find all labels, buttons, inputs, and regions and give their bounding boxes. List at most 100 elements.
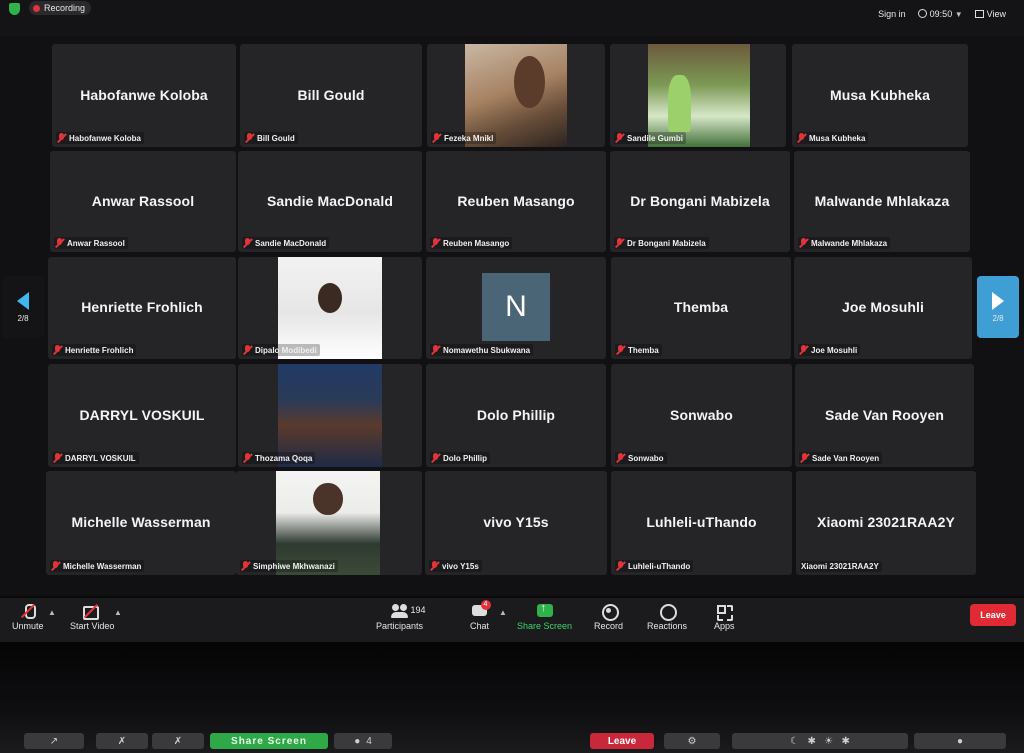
participant-display-name: Reuben Masango [457,192,575,209]
arrow-left-icon [17,291,29,310]
participant-name-label: Dolo Phillip [430,452,490,464]
chat-button[interactable]: 4 Chat [470,600,491,631]
mic-muted-icon [243,453,252,463]
mic-muted-icon [799,238,808,248]
participant-display-name: DARRYL VOSKUIL [79,406,205,423]
participant-name-label: Simphiwe Mkhwanazi [240,560,338,572]
participant-label-text: Dipalo Modibedi [255,345,317,355]
participant-name-label: Malwande Mhlakaza [798,237,891,249]
mic-muted-icon [799,345,808,355]
apps-button[interactable]: Apps [714,604,735,631]
participant-label-text: Michelle Wasserman [63,561,142,571]
reflection-gear-icon: ⚙ [687,735,697,747]
participant-name-label: Sandile Gumbi [614,132,687,144]
participant-tile[interactable]: Malwande Mhlakaza Malwande Mhlakaza [794,151,970,252]
reflection-bar-2: ✗ [96,733,148,749]
mic-muted-icon [53,345,62,355]
view-label: View [986,9,1006,19]
participant-display-name: Xiaomi 23021RAA2Y [817,514,955,531]
meeting-time: 09:50 [929,9,953,19]
unmute-label: Unmute [12,621,44,631]
reflection-mic-icon: ✗ [117,735,127,747]
video-options-caret-icon[interactable]: ▲ [114,608,122,617]
participant-name-label: Henriette Frohlich [52,344,137,356]
participant-tile[interactable]: Xiaomi 23021RAA2Y Xiaomi 23021RAA2Y [796,471,976,575]
leave-button[interactable]: Leave [970,604,1016,626]
participant-tile[interactable]: Anwar Rassool Anwar Rassool [50,151,236,252]
participant-label-text: Anwar Rassool [67,238,125,248]
participant-tile[interactable]: Michelle Wasserman Michelle Wasserman [46,471,236,575]
previous-page-button[interactable]: 2/8 [2,276,44,338]
participant-name-label: Thozama Qoqa [242,452,316,464]
participant-display-name: Joe Mosuhli [842,299,924,316]
share-screen-icon [536,602,554,618]
participant-name-label: Musa Kubheka [796,132,869,144]
participant-name-label: Sonwabo [615,452,667,464]
participant-tile[interactable]: Bill Gould Bill Gould [240,44,422,147]
record-button[interactable]: Record [594,604,623,631]
participant-tile[interactable]: Dr Bongani Mabizela Dr Bongani Mabizela [610,151,790,252]
participant-tile[interactable]: Luhleli-uThando Luhleli-uThando [611,471,792,575]
participant-name-label: Bill Gould [244,132,298,144]
reflection-chat-icon: ● [354,735,361,747]
participant-tile[interactable]: N Nomawethu Sbukwana [426,257,606,359]
participant-tile[interactable]: Henriette Frohlich Henriette Frohlich [48,257,236,359]
participant-tile[interactable]: DARRYL VOSKUIL DARRYL VOSKUIL [48,364,236,467]
chat-icon: 4 [471,600,491,618]
participant-tile[interactable]: Dolo Phillip Dolo Phillip [426,364,606,467]
participants-icon: 194 [390,604,426,618]
participant-tile[interactable]: Joe Mosuhli Joe Mosuhli [794,257,972,359]
view-button[interactable]: View [974,9,1006,19]
participant-label-text: DARRYL VOSKUIL [65,453,136,463]
share-screen-button[interactable]: Share Screen [517,602,572,631]
participant-tile[interactable]: Themba Themba [611,257,791,359]
participant-tile[interactable]: Reuben Masango Reuben Masango [426,151,606,252]
participant-label-text: Reuben Masango [443,238,510,248]
participant-label-text: Bill Gould [257,133,295,143]
top-right-controls: Sign in 09:50 ▼ View [878,9,1006,19]
participant-tile[interactable]: Thozama Qoqa [238,364,422,467]
reflection-tray: ☾ ✱ ☀ ✱ [732,733,908,749]
unmute-button[interactable]: Unmute [12,604,44,631]
participant-tile[interactable]: Habofanwe Koloba Habofanwe Koloba [52,44,236,147]
participant-label-text: Habofanwe Koloba [69,133,142,143]
mic-muted-icon [615,238,624,248]
participant-avatar: N [482,273,550,341]
reactions-button[interactable]: Reactions [647,604,687,631]
participant-tile[interactable]: Simphiwe Mkhwanazi [236,471,422,575]
participant-tile[interactable]: Sonwabo Sonwabo [611,364,792,467]
mic-muted-icon [616,453,625,463]
reflection-chat: ● 4 [334,733,392,749]
participant-name-label: vivo Y15s [429,560,482,572]
next-page-button[interactable]: 2/8 [977,276,1019,338]
participants-button[interactable]: 194 Participants [376,604,426,631]
mic-muted-icon [55,238,64,248]
participant-tile[interactable]: Musa Kubheka Musa Kubheka [792,44,968,147]
security-shield-icon[interactable] [9,3,20,15]
recording-indicator[interactable]: Recording [29,1,92,15]
participants-label: Participants [376,621,424,631]
participant-tile[interactable]: Sandile Gumbi [610,44,786,147]
chat-options-caret-icon[interactable]: ▲ [499,608,507,617]
camera-off-icon [83,604,101,620]
mic-muted-icon [616,561,625,571]
participant-tile[interactable]: vivo Y15s vivo Y15s [425,471,607,575]
participant-name-label: Xiaomi 23021RAA2Y [800,561,882,572]
mic-muted-icon [51,561,60,571]
participant-name-label: Sandie MacDonald [242,237,330,249]
mic-muted-icon [431,453,440,463]
participant-display-name: vivo Y15s [483,514,549,531]
participant-name-label: Sade Van Rooyen [799,452,883,464]
start-video-button[interactable]: Start Video [70,604,114,631]
participant-tile[interactable]: Sandie MacDonald Sandie MacDonald [238,151,422,252]
sign-in-link[interactable]: Sign in [878,9,906,19]
participant-tile[interactable]: Dipalo Modibedi [238,257,422,359]
audio-options-caret-icon[interactable]: ▲ [48,608,56,617]
participant-tile[interactable]: Fezeka Mnikl [427,44,605,147]
reflection-arrows-icon: ↗ [49,735,59,747]
apps-icon [715,604,734,621]
meeting-timer[interactable]: 09:50 ▼ [917,9,963,19]
participant-name-label: Reuben Masango [430,237,513,249]
participant-tile[interactable]: Sade Van Rooyen Sade Van Rooyen [795,364,974,467]
participant-label-text: vivo Y15s [442,561,479,571]
